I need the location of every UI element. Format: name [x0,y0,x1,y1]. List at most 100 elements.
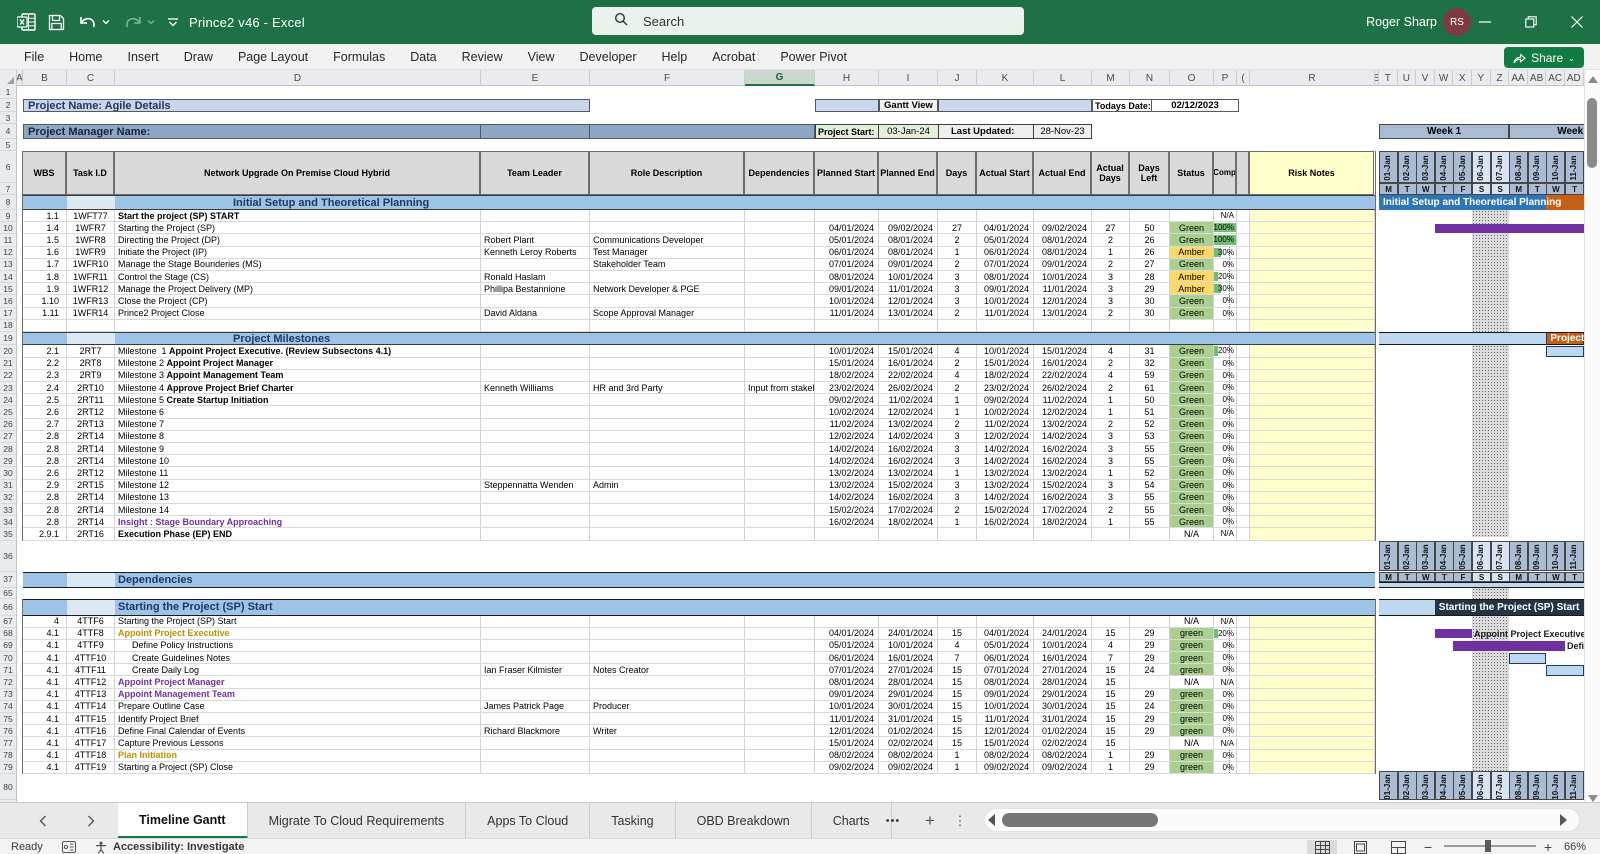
cell-pe-row75[interactable]: 31/01/2024 [879,713,938,725]
cell-ps-row20[interactable]: 10/01/2024 [815,345,879,357]
cell-dl-row26[interactable]: 52 [1130,419,1170,431]
cell-leader-row11[interactable]: Robert Plant [481,234,590,246]
cell-ps-row18[interactable] [815,320,879,332]
cell-as-row12[interactable]: 06/01/2024 [977,247,1034,259]
cell-ae-row23[interactable]: 26/02/2024 [1034,382,1092,394]
cell-ad-row29[interactable]: 3 [1092,455,1130,467]
cell-leader-row21[interactable] [481,358,590,370]
cell-name-row32[interactable]: Milestone 13 [115,492,481,504]
cell-taskid-row10[interactable]: 1WFR7 [67,222,115,234]
cell-d-row25[interactable]: 1 [938,406,977,418]
close-button[interactable] [1554,0,1600,44]
cell-ad-row13[interactable]: 2 [1092,259,1130,271]
cell-wbs-row32[interactable]: 2.8 [23,492,67,504]
cell-ae-row31[interactable]: 15/02/2024 [1034,480,1092,492]
cell-name-row13[interactable]: Manage the Stage Bounderies (MS) [115,259,481,271]
cell-comp-row79[interactable]: 0% [1214,762,1237,774]
cell-risk-row12[interactable] [1250,247,1375,259]
cell-dl-row13[interactable]: 27 [1130,259,1170,271]
cell-name-row9[interactable]: Start the project (SP) START [115,210,481,222]
cell-dl-row10[interactable]: 50 [1130,222,1170,234]
cell-leader-row72[interactable] [481,677,590,689]
save-icon[interactable] [48,14,65,31]
cell-role-row78[interactable] [590,750,745,762]
cell-deps-row12[interactable] [745,247,815,259]
cell-risk-row77[interactable] [1250,738,1375,750]
column-header-M[interactable]: M [1092,70,1130,86]
cell-deps-row21[interactable] [745,358,815,370]
cell-pe-row18[interactable] [879,320,938,332]
row-header-70[interactable]: 70 [0,652,16,664]
ribbon-tab-help[interactable]: Help [662,50,688,64]
cell-ad-row78[interactable]: 1 [1092,750,1130,762]
cell-wbs-row12[interactable]: 1.6 [23,247,67,259]
cell-name-row10[interactable]: Starting the Project (SP) [115,222,481,234]
cell-ad-row77[interactable]: 15 [1092,738,1130,750]
cell-pe-row32[interactable]: 16/02/2024 [879,492,938,504]
cell-ad-row16[interactable]: 3 [1092,295,1130,307]
cell-wbs-row75[interactable]: 4.1 [23,713,67,725]
cell-name-row78[interactable]: Plan Initiation [115,750,481,762]
cell-ps-row9[interactable] [815,210,879,222]
cell-ad-row23[interactable]: 2 [1092,382,1130,394]
cell-d-row73[interactable]: 15 [938,689,977,701]
cell-q-row79[interactable] [1237,762,1250,774]
cell-ae-row27[interactable]: 14/02/2024 [1034,431,1092,443]
cell-status-row13[interactable]: Green [1170,259,1214,271]
cell-leader-row13[interactable] [481,259,590,271]
cell-as-row27[interactable]: 12/02/2024 [977,431,1034,443]
cell-as-row20[interactable]: 10/01/2024 [977,345,1034,357]
ribbon-tab-view[interactable]: View [528,50,555,64]
cell-comp-row69[interactable]: 0% [1214,640,1237,652]
cell-deps-row16[interactable] [745,295,815,307]
cell-name-row77[interactable]: Capture Previous Lessons [115,738,481,750]
cell-taskid-row35[interactable]: 2RT16 [67,528,115,540]
cell-deps-row11[interactable] [745,234,815,246]
cell-role-row70[interactable] [590,652,745,664]
cell-risk-row71[interactable] [1250,664,1375,676]
row-header-10[interactable]: 10 [0,222,16,234]
column-header-F[interactable]: F [590,70,745,86]
cell-ae-row70[interactable]: 16/01/2024 [1034,652,1092,664]
cell-ae-row69[interactable]: 10/01/2024 [1034,640,1092,652]
cell-as-row75[interactable]: 11/01/2024 [977,713,1034,725]
cell-as-row67[interactable] [977,616,1034,628]
cell-leader-row31[interactable]: Steppennatta Wenden [481,480,590,492]
search-box[interactable]: Search [592,7,1024,35]
cell-comp-row13[interactable]: 0% [1214,259,1237,271]
cell-ad-row34[interactable]: 1 [1092,516,1130,528]
cell-deps-row9[interactable] [745,210,815,222]
cell-name-row79[interactable]: Starting a Project (SP) Close [115,762,481,774]
cell-ps-row11[interactable]: 05/01/2024 [815,234,879,246]
row-header-33[interactable]: 33 [0,504,16,516]
cell-d-row27[interactable]: 3 [938,431,977,443]
ribbon-tab-draw[interactable]: Draw [184,50,213,64]
cell-wbs-row31[interactable]: 2.9 [23,480,67,492]
row-header-27[interactable]: 27 [0,431,16,443]
cell-role-row77[interactable] [590,738,745,750]
redo-icon[interactable] [123,14,143,30]
cell-wbs-row77[interactable]: 4.1 [23,738,67,750]
row-header-13[interactable]: 13 [0,259,16,271]
cell-deps-row26[interactable] [745,419,815,431]
cell-as-row78[interactable]: 08/02/2024 [977,750,1034,762]
cell-dl-row17[interactable]: 30 [1130,308,1170,320]
cell-status-row77[interactable]: N/A [1170,738,1214,750]
row-header-8[interactable]: 8 [0,195,16,210]
cell-taskid-row16[interactable]: 1WFR13 [67,295,115,307]
cell-risk-row34[interactable] [1250,516,1375,528]
cell-q-row10[interactable] [1237,222,1250,234]
user-name[interactable]: Roger Sharp [1366,0,1437,44]
cell-leader-row73[interactable] [481,689,590,701]
cell-role-row35[interactable] [590,528,745,540]
cell-risk-row30[interactable] [1250,467,1375,479]
cell-wbs-row71[interactable]: 4.1 [23,664,67,676]
band-cell-c-row8[interactable] [67,195,115,210]
cell-q-row34[interactable] [1237,516,1250,528]
cell-d-row28[interactable]: 3 [938,443,977,455]
cell-as-row30[interactable]: 13/02/2024 [977,467,1034,479]
cell-status-row14[interactable]: Amber [1170,271,1214,283]
row-header-6[interactable]: 6 [0,151,16,183]
cell-q-row20[interactable] [1237,345,1250,357]
cell-d-row21[interactable]: 2 [938,358,977,370]
